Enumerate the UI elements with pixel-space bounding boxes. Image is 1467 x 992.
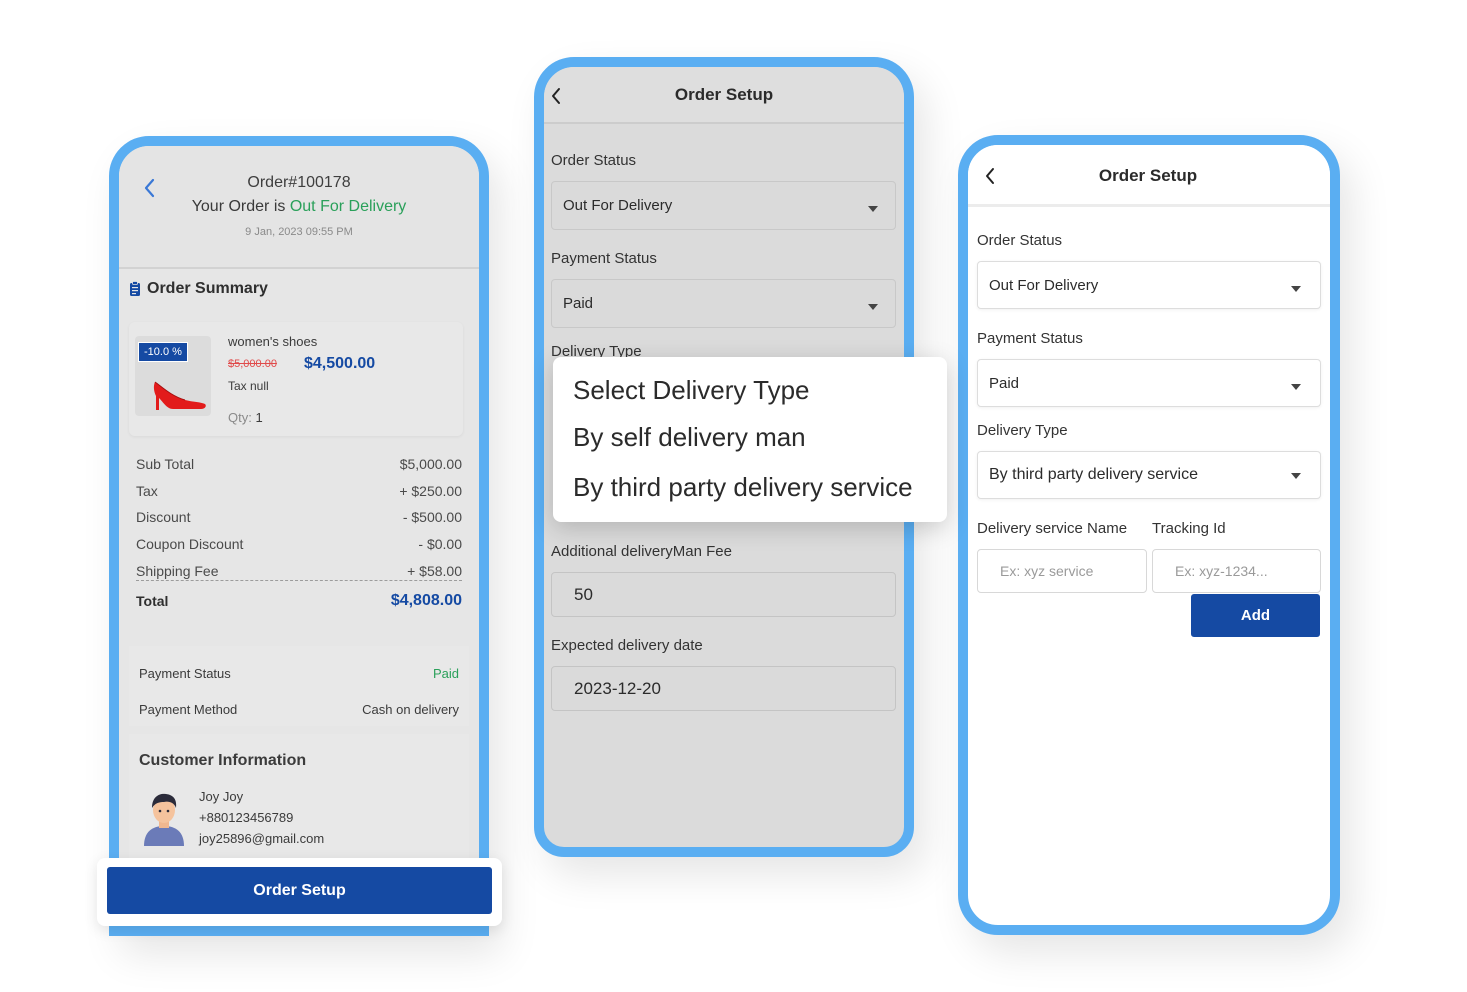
product-new-price: $4,500.00 [304, 355, 376, 372]
discount-badge: -10.0 % [138, 342, 188, 362]
price-row-label: Discount [136, 509, 191, 526]
qty-label: Qty: [228, 410, 252, 425]
payment-status-row: Payment Status Paid [139, 666, 459, 681]
order-status-value: Out For Delivery [289, 198, 407, 215]
clipboard-icon [130, 281, 140, 296]
price-row-label: Sub Total [136, 456, 195, 472]
price-row-label: Coupon Discount [136, 536, 244, 553]
order-setup-header: Order Setup [968, 145, 1330, 207]
payment-status-label: Payment Status [139, 666, 231, 681]
product-tax: Tax null [228, 379, 269, 393]
customer-phone: +880123456789 [199, 810, 294, 825]
tracking-id-placeholder: Ex: xyz-1234... [1175, 563, 1268, 579]
payment-status-label: Payment Status [977, 330, 1083, 347]
order-status-select[interactable]: Out For Delivery [977, 261, 1321, 309]
price-row-value: + $58.00 [407, 562, 462, 579]
price-row-subtotal: Sub Total $5,000.00 [136, 456, 462, 483]
dashed-divider [136, 580, 462, 581]
payment-method-label: Payment Method [139, 702, 238, 717]
popup-option-self-delivery[interactable]: By self delivery man [573, 422, 806, 453]
popup-option-placeholder[interactable]: Select Delivery Type [573, 375, 810, 406]
order-summary-heading: Order Summary [129, 280, 268, 298]
price-row-label: Shipping Fee [136, 562, 219, 579]
customer-info: Customer Information Joy Joy +8801234567… [129, 734, 469, 874]
customer-avatar [144, 793, 184, 846]
red-heel-shoe-icon [153, 381, 206, 410]
price-row-value: $5,000.00 [399, 456, 462, 472]
price-row-tax: Tax + $250.00 [136, 483, 462, 510]
product-qty: Qty: 1 [228, 410, 263, 425]
page-title: Order Setup [674, 85, 774, 104]
delivery-type-popup: Select Delivery Type By self delivery ma… [553, 357, 947, 522]
total-value: $4,808.00 [390, 592, 462, 609]
payment-status-select[interactable]: Paid [551, 279, 896, 328]
price-breakdown: Sub Total $5,000.00 Tax + $250.00 Discount… [136, 456, 462, 589]
payment-status-value: Paid [432, 666, 459, 681]
payment-status-label: Payment Status [551, 250, 657, 267]
order-details-header: Order#100178 Your Order is Out For Deliv… [119, 146, 479, 269]
product-old-price: $5,000.00 [228, 358, 277, 370]
delivery-type-value: By third party delivery service [989, 466, 1198, 483]
page-title: Order Setup [1098, 166, 1198, 185]
price-row-value: - $0.00 [418, 536, 462, 553]
payment-info: Payment Status Paid Payment Method Cash … [129, 646, 469, 726]
order-status-value: Out For Delivery [989, 277, 1099, 294]
service-name-placeholder: Ex: xyz service [1000, 563, 1094, 579]
additional-fee-label: Additional deliveryMan Fee [551, 543, 732, 560]
additional-fee-value: 50 [574, 585, 593, 604]
order-number: Order#100178 [247, 174, 351, 191]
order-status-select[interactable]: Out For Delivery [551, 181, 896, 230]
dropdown-caret-icon [1291, 286, 1301, 292]
payment-status-value: Paid [989, 375, 1020, 392]
customer-name: Joy Joy [199, 789, 244, 804]
expected-date-label: Expected delivery date [551, 637, 703, 654]
product-name: women's shoes [228, 334, 318, 349]
price-row-label: Tax [136, 482, 158, 499]
add-button[interactable]: Add [1191, 594, 1320, 637]
order-status-label: Order Status [977, 232, 1063, 249]
payment-method-row: Payment Method Cash on delivery [139, 702, 459, 717]
order-details-phone: Order#100178 Your Order is Out For Deliv… [109, 136, 489, 936]
order-status-value: Out For Delivery [563, 197, 673, 214]
popup-option-third-party[interactable]: By third party delivery service [573, 472, 913, 503]
service-name-label: Delivery service Name [977, 520, 1128, 537]
expected-date-input[interactable]: 2023-12-20 [551, 666, 896, 711]
expected-date-value: 2023-12-20 [574, 679, 661, 698]
payment-status-value: Paid [563, 295, 594, 312]
price-row-value: - $500.00 [402, 509, 462, 526]
total-label: Total [136, 593, 169, 609]
price-row-coupon: Coupon Discount - $0.00 [136, 536, 462, 563]
price-row-value: + $250.00 [399, 482, 462, 499]
delivery-type-select[interactable]: By third party delivery service [977, 451, 1321, 499]
order-setup-button[interactable]: Order Setup [107, 867, 492, 914]
price-row-shipping: Shipping Fee + $58.00 [136, 563, 462, 590]
dropdown-caret-icon [1291, 384, 1301, 390]
payment-status-select[interactable]: Paid [977, 359, 1321, 407]
customer-info-title: Customer Information [139, 752, 307, 769]
delivery-type-label: Delivery Type [977, 422, 1068, 439]
order-setup-header: Order Setup [544, 67, 904, 124]
order-setup-bar: Order Setup [97, 858, 502, 926]
dropdown-caret-icon [1291, 473, 1301, 479]
tracking-id-label: Tracking Id [1152, 520, 1226, 537]
order-summary-title: Order Summary [147, 280, 268, 297]
order-status-prefix: Your Order is [191, 198, 286, 215]
order-status-line: Your Order is Out For Delivery [119, 198, 479, 216]
order-status-label: Order Status [551, 152, 637, 169]
order-date: 9 Jan, 2023 09:55 PM [245, 226, 353, 238]
price-row-discount: Discount - $500.00 [136, 509, 462, 536]
qty-value: 1 [255, 410, 263, 425]
additional-fee-input[interactable]: 50 [551, 572, 896, 617]
product-card[interactable]: -10.0 % women's shoes $5,000.00 $4,500.0… [129, 322, 463, 436]
dropdown-caret-icon [868, 206, 878, 212]
payment-method-value: Cash on delivery [362, 702, 459, 717]
order-setup-third-party-phone: Order Setup Order Status Out For Deliver… [958, 135, 1340, 935]
dropdown-caret-icon [868, 304, 878, 310]
total-row: Total $4,808.00 [136, 592, 462, 610]
tracking-id-input[interactable]: Ex: xyz-1234... [1152, 549, 1321, 593]
service-name-input[interactable]: Ex: xyz service [977, 549, 1147, 593]
customer-email: joy25896@gmail.com [199, 831, 325, 846]
